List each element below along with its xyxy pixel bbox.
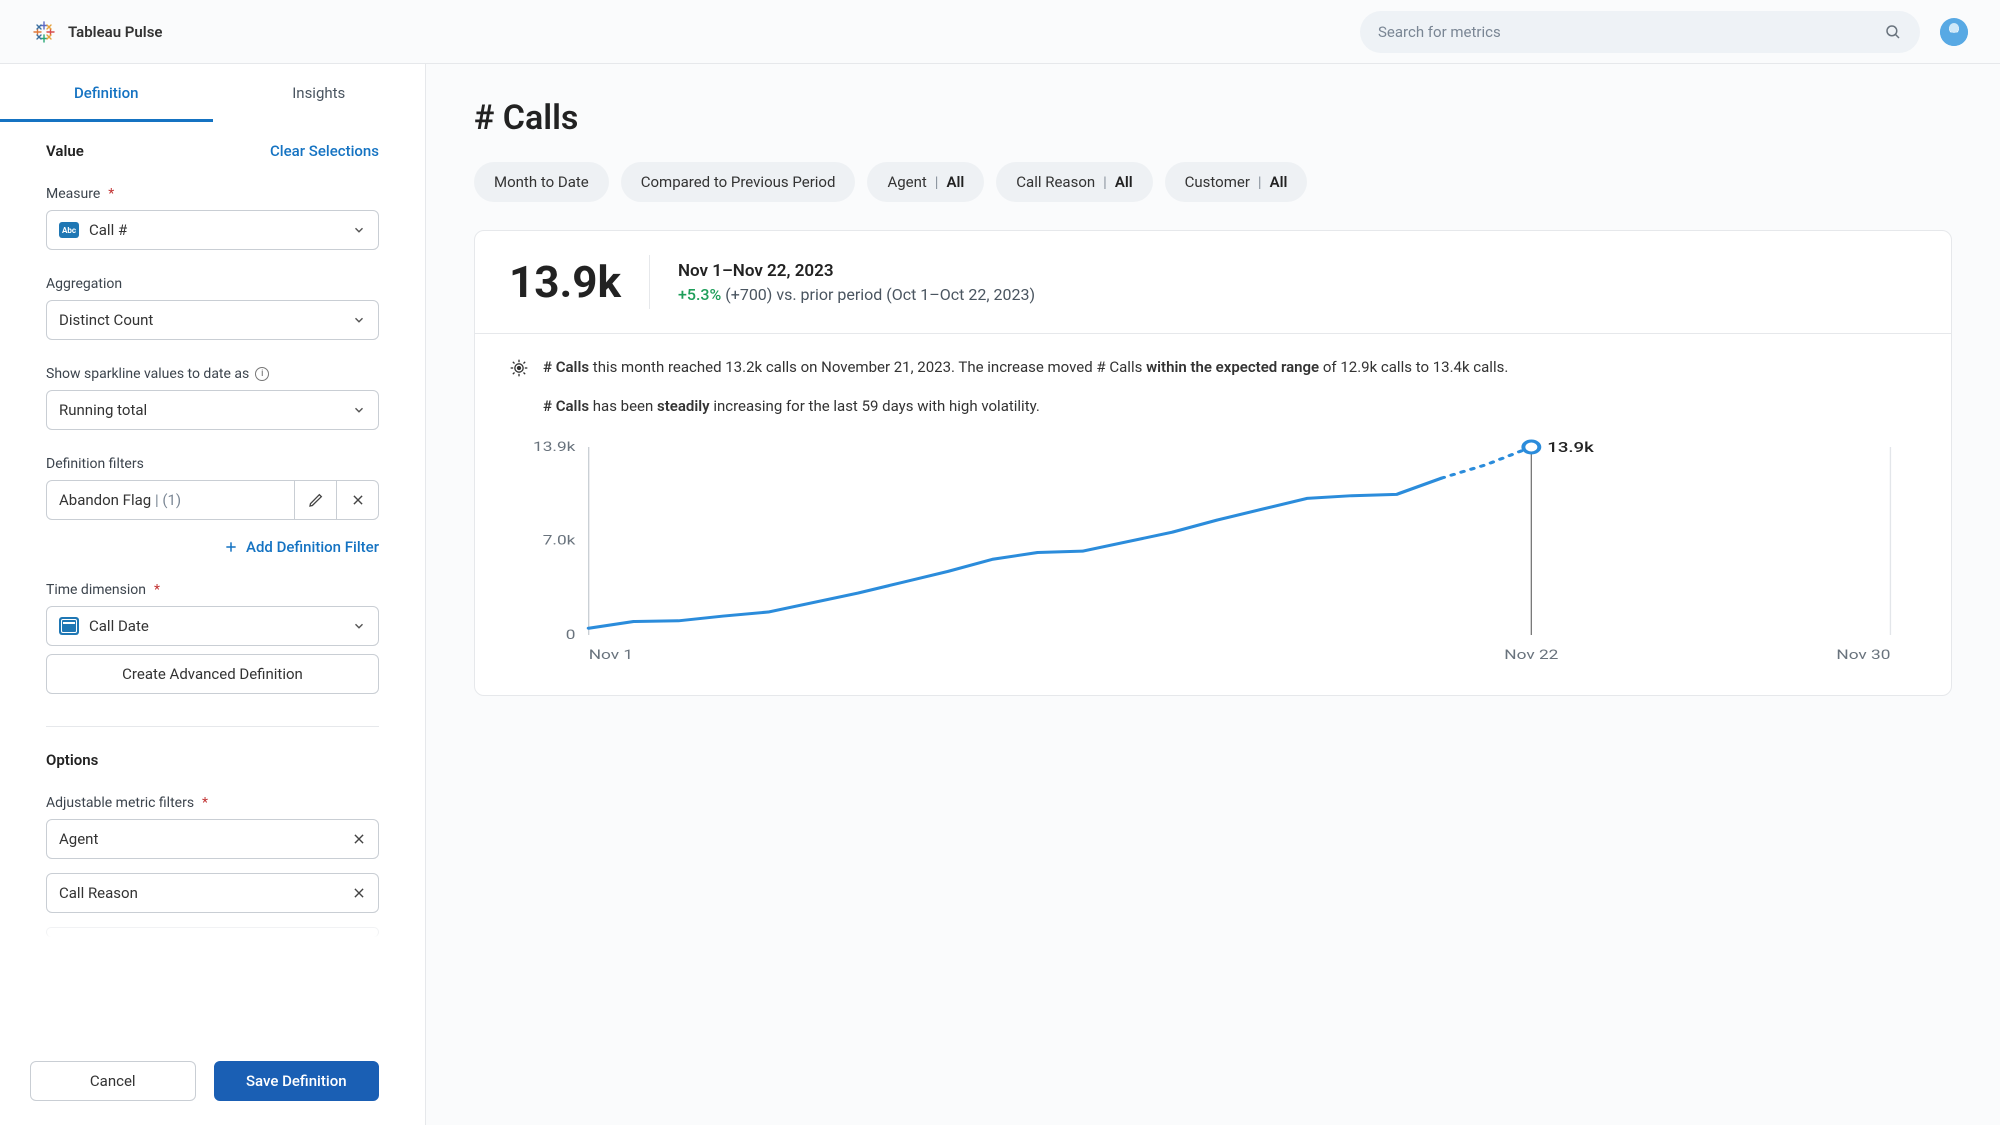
time-dimension-value: Call Date [89, 617, 149, 635]
svg-text:Nov 30: Nov 30 [1836, 647, 1890, 662]
main-content: # Calls Month to Date Compared to Previou… [426, 64, 2000, 1125]
adjustable-filter-label: Agent [59, 830, 98, 848]
aggregation-value: Distinct Count [59, 311, 153, 329]
adjustable-filters-label: Adjustable metric filters* [46, 795, 379, 811]
svg-text:7.0k: 7.0k [543, 532, 576, 547]
cancel-button[interactable]: Cancel [30, 1061, 196, 1101]
vertical-divider [649, 255, 650, 309]
definition-filters-label: Definition filters [46, 456, 379, 472]
kpi-value: 13.9k [509, 260, 621, 304]
insight-texts: # Calls this month reached 13.2k calls o… [543, 356, 1508, 419]
app-header: Tableau Pulse [0, 0, 2000, 64]
edit-filter-button[interactable] [294, 481, 336, 519]
chevron-down-icon [352, 619, 366, 633]
kpi-date-range: Nov 1–Nov 22, 2023 [678, 261, 1035, 281]
tab-insights[interactable]: Insights [213, 64, 426, 122]
insight-row: # Calls this month reached 13.2k calls o… [509, 356, 1917, 419]
close-icon [351, 493, 365, 507]
measure-select[interactable]: Abc Call # [46, 210, 379, 250]
brand-title: Tableau Pulse [68, 23, 162, 41]
chart-svg: 13.9k 7.0k 0 13.9k Nov 1 Nov 22 Nov 30 [509, 435, 1917, 665]
user-avatar[interactable] [1940, 18, 1968, 46]
metric-card: 13.9k Nov 1–Nov 22, 2023 +5.3% (+700) vs… [474, 230, 1952, 696]
time-dimension-label: Time dimension* [46, 582, 379, 598]
header-right [1360, 11, 1968, 53]
kpi-header: 13.9k Nov 1–Nov 22, 2023 +5.3% (+700) vs… [475, 231, 1951, 334]
filter-chip[interactable]: Agent|All [867, 162, 984, 202]
filter-chip[interactable]: Customer|All [1165, 162, 1308, 202]
svg-text:0: 0 [566, 627, 576, 642]
svg-text:Nov 22: Nov 22 [1504, 647, 1559, 662]
sparkline-value: Running total [59, 401, 147, 419]
chevron-down-icon [352, 313, 366, 327]
info-icon: i [255, 367, 269, 381]
divider [46, 726, 379, 727]
search-icon [1884, 23, 1902, 41]
definition-filter-label: Abandon Flag | (1) [47, 491, 294, 509]
filter-chip[interactable]: Compared to Previous Period [621, 162, 856, 202]
kpi-delta: +5.3% (+700) vs. prior period (Oct 1–Oct… [678, 285, 1035, 304]
filter-chip[interactable]: Month to Date [474, 162, 609, 202]
remove-filter-button[interactable] [336, 481, 378, 519]
kpi-summary: Nov 1–Nov 22, 2023 +5.3% (+700) vs. prio… [678, 261, 1035, 304]
trend-chart: 13.9k 7.0k 0 13.9k Nov 1 Nov 22 Nov 30 [509, 435, 1917, 665]
measure-value: Call # [89, 221, 127, 239]
close-icon[interactable] [352, 886, 366, 900]
options-section-label: Options [46, 751, 379, 769]
definition-panel: Value Clear Selections Measure* Abc Call… [0, 122, 425, 1043]
aggregation-select[interactable]: Distinct Count [46, 300, 379, 340]
abc-type-icon: Abc [59, 222, 79, 238]
add-definition-filter-link[interactable]: Add Definition Filter [46, 538, 379, 556]
plus-icon [224, 540, 238, 554]
chevron-down-icon [352, 403, 366, 417]
insight-icon [509, 358, 529, 378]
filter-chip[interactable]: Call Reason|All [996, 162, 1152, 202]
close-icon[interactable] [352, 832, 366, 846]
sidebar: Definition Insights Value Clear Selectio… [0, 64, 426, 1125]
adjustable-filter-call-reason[interactable]: Call Reason [46, 873, 379, 913]
aggregation-label: Aggregation [46, 276, 379, 292]
save-definition-button[interactable]: Save Definition [214, 1061, 380, 1101]
adjustable-filter-partial [46, 927, 379, 937]
measure-label: Measure* [46, 186, 379, 202]
clear-selections-link[interactable]: Clear Selections [270, 142, 379, 160]
tableau-logo-icon [32, 20, 56, 44]
sparkline-label: Show sparkline values to date as i [46, 366, 379, 382]
value-section-label: Value [46, 142, 84, 160]
tab-definition[interactable]: Definition [0, 64, 213, 122]
svg-text:13.9k: 13.9k [533, 439, 576, 454]
insight-secondary: # Calls has been steadily increasing for… [543, 395, 1508, 418]
svg-text:Nov 1: Nov 1 [589, 647, 633, 662]
sidebar-tabs: Definition Insights [0, 64, 425, 122]
create-advanced-definition-button[interactable]: Create Advanced Definition [46, 654, 379, 694]
chevron-down-icon [352, 223, 366, 237]
insight-main: # Calls this month reached 13.2k calls o… [543, 356, 1508, 379]
brand: Tableau Pulse [32, 20, 162, 44]
time-dimension-select[interactable]: Call Date [46, 606, 379, 646]
pencil-icon [308, 492, 324, 508]
card-body: # Calls this month reached 13.2k calls o… [475, 334, 1951, 695]
metric-title: # Calls [474, 98, 1952, 138]
definition-filter-abandon-flag[interactable]: Abandon Flag | (1) [46, 480, 379, 520]
adjustable-filter-label: Call Reason [59, 884, 138, 902]
search-field[interactable] [1360, 11, 1920, 53]
adjustable-filter-agent[interactable]: Agent [46, 819, 379, 859]
filter-chips-row: Month to Date Compared to Previous Period… [474, 162, 1952, 202]
search-input[interactable] [1378, 23, 1884, 41]
date-type-icon [59, 617, 79, 635]
sidebar-footer: Cancel Save Definition [0, 1043, 425, 1125]
sparkline-select[interactable]: Running total [46, 390, 379, 430]
svg-text:13.9k: 13.9k [1547, 440, 1594, 456]
